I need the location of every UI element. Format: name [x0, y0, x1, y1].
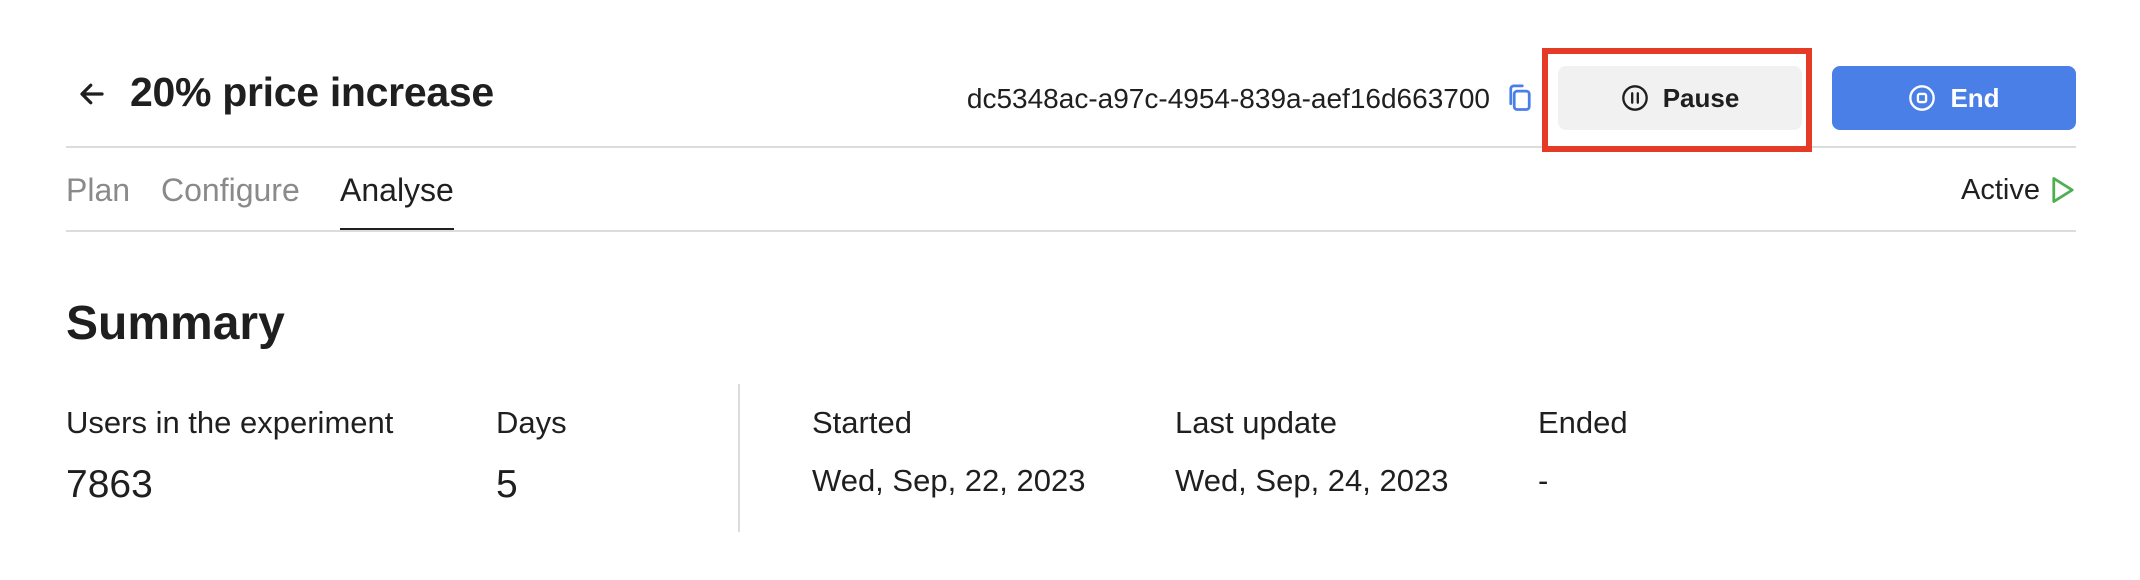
status-indicator: Active: [1961, 172, 2076, 208]
copy-icon: [1509, 84, 1531, 111]
pause-button[interactable]: Pause: [1558, 66, 1802, 130]
tab-plan[interactable]: Plan: [66, 170, 130, 228]
summary-divider: [738, 384, 740, 532]
started-label: Started: [812, 405, 912, 440]
end-button-label: End: [1950, 82, 2000, 113]
last-update-label: Last update: [1175, 405, 1338, 440]
tab-bar: Plan Configure Analyse Active: [66, 150, 2076, 232]
users-label: Users in the experiment: [66, 405, 394, 440]
summary-title: Summary: [66, 297, 285, 350]
stop-circle-icon: [1909, 85, 1936, 111]
pause-circle-icon: [1621, 85, 1648, 111]
page-title: 20% price increase: [130, 69, 494, 115]
status-label: Active: [1961, 174, 2040, 206]
end-button[interactable]: End: [1832, 66, 2076, 130]
ended-label: Ended: [1538, 405, 1628, 440]
play-triangle-icon: [2052, 177, 2074, 203]
days-value: 5: [496, 463, 518, 506]
users-value: 7863: [66, 463, 153, 506]
ended-value: -: [1538, 463, 1549, 498]
last-update-value: Wed, Sep, 24, 2023: [1175, 463, 1449, 498]
experiment-id: dc5348ac-a97c-4954-839a-aef16d663700: [966, 83, 1490, 114]
days-label: Days: [496, 405, 567, 440]
back-button[interactable]: [72, 74, 112, 114]
started-value: Wed, Sep, 22, 2023: [812, 463, 1086, 498]
pause-button-label: Pause: [1662, 82, 1740, 113]
tab-analyse[interactable]: Analyse: [340, 170, 454, 230]
copy-id-button[interactable]: [1502, 80, 1538, 116]
page-header: 20% price increase dc5348ac-a97c-4954-83…: [66, 0, 2076, 152]
tab-configure[interactable]: Configure: [161, 170, 300, 228]
arrow-left-icon: [80, 83, 104, 105]
